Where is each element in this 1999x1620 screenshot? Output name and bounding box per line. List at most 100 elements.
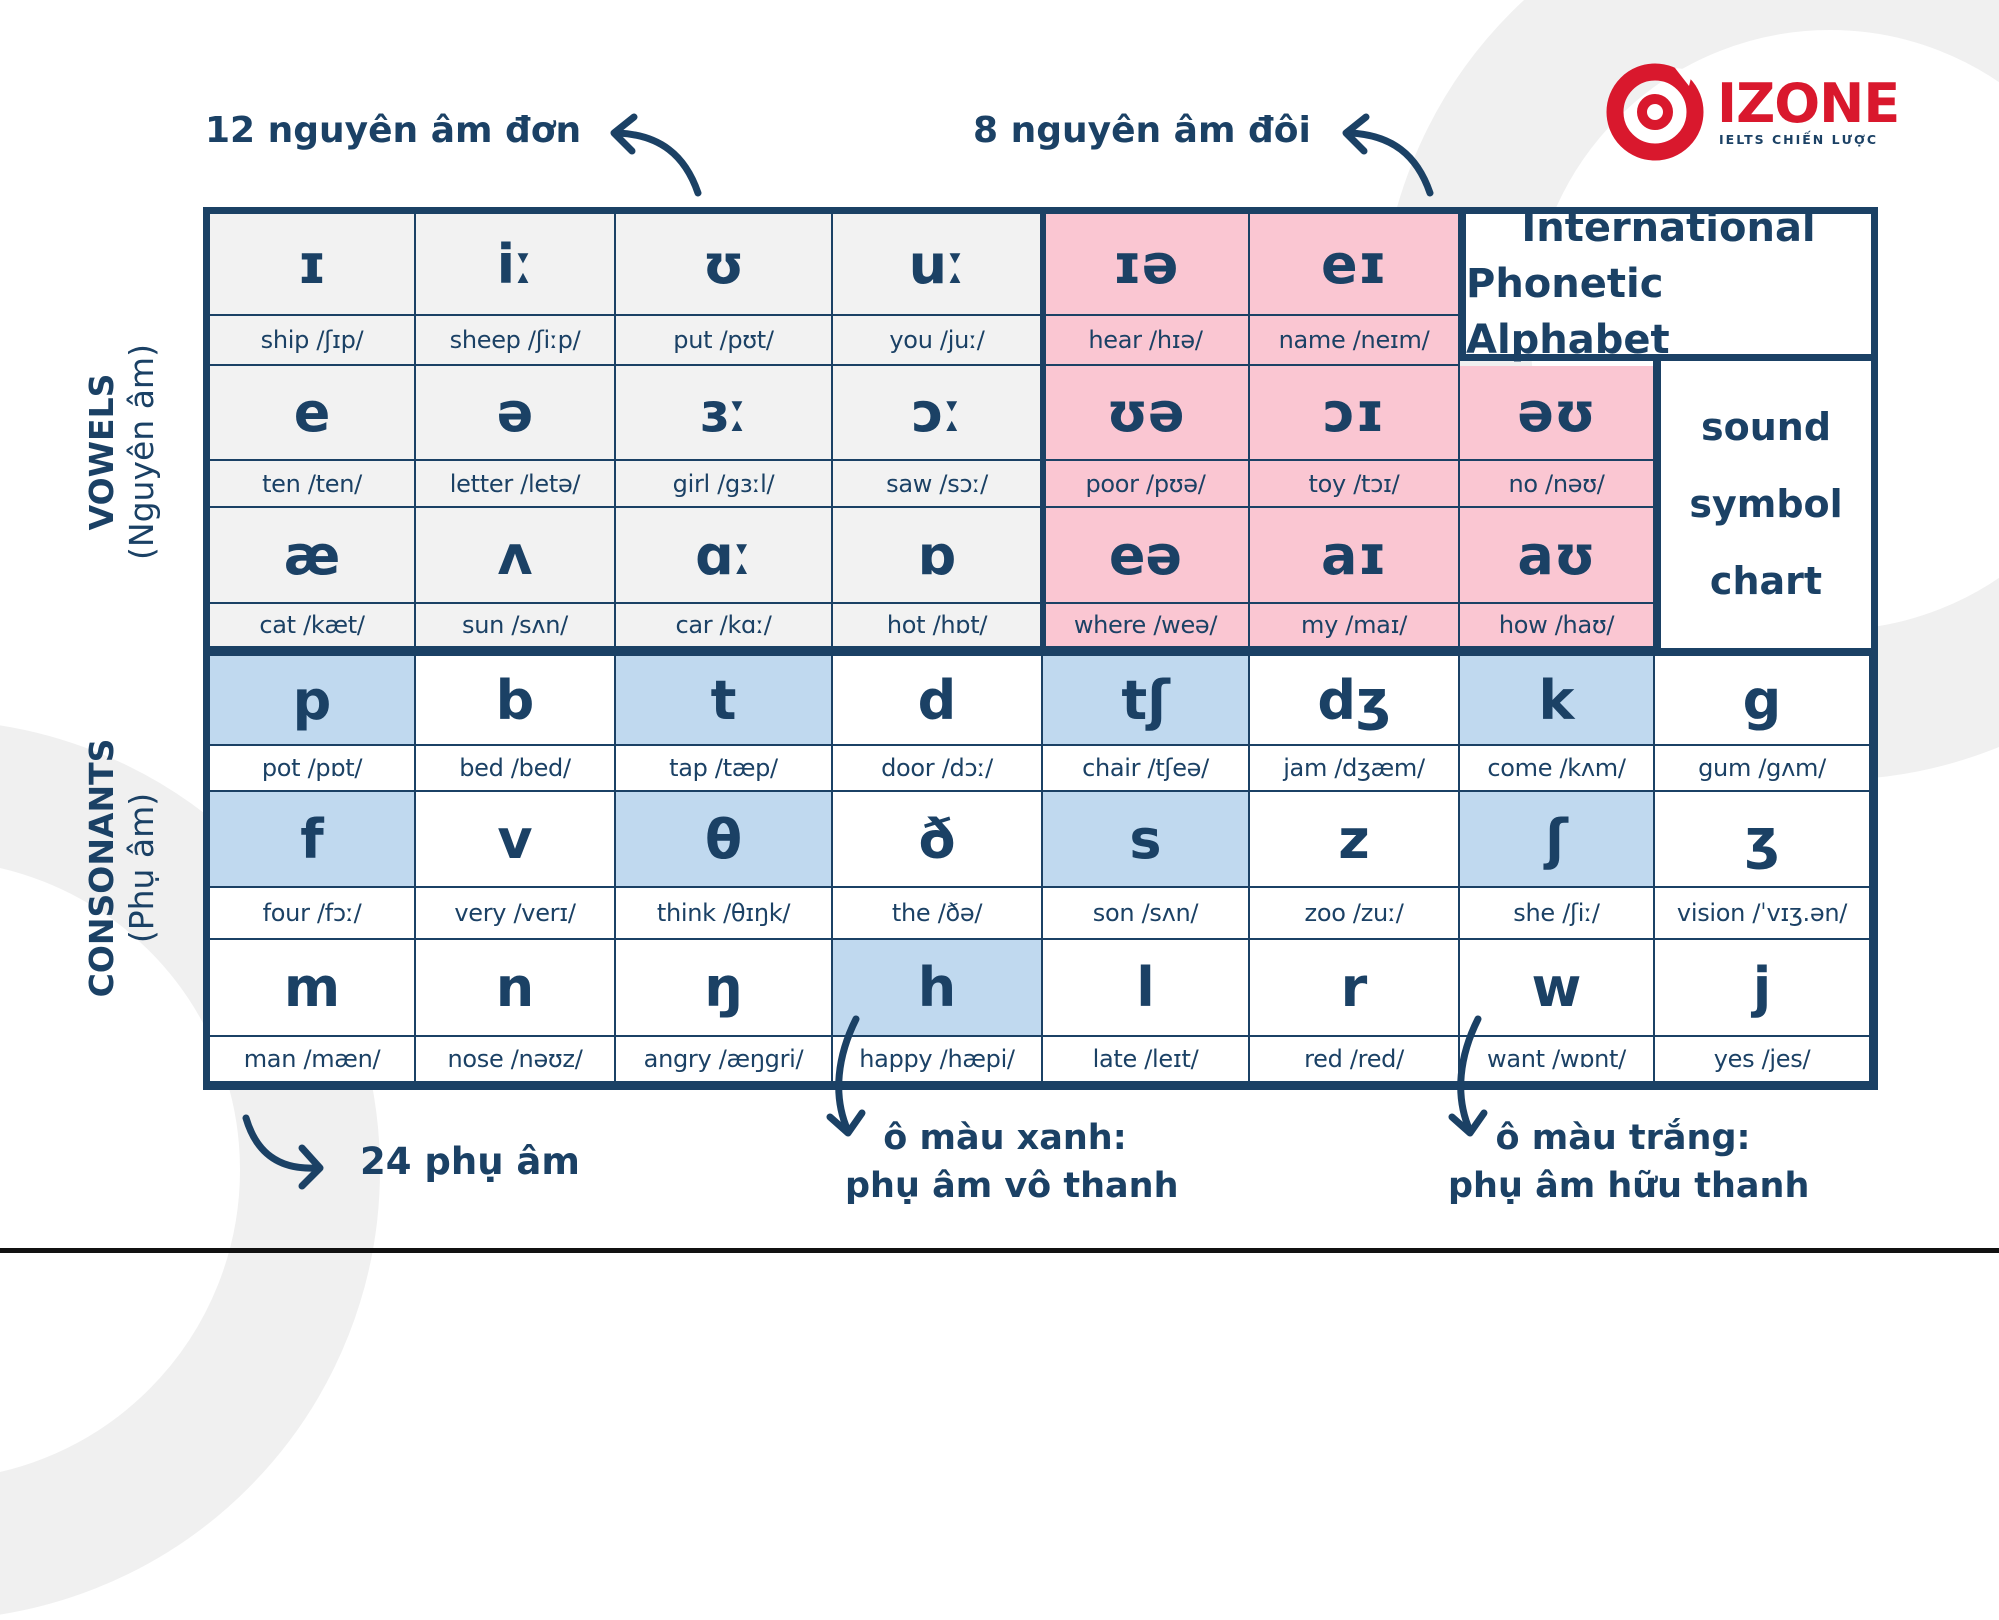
ipa-symbol: ʊə	[1106, 381, 1185, 444]
monophthong-example-cell: sheep /ʃiːp/	[416, 316, 616, 366]
voiced-consonant-symbol-cell: j	[1655, 940, 1871, 1037]
voiced-note-line1: ô màu trắng:	[1495, 1118, 1751, 1158]
vowel-consonant-divider	[203, 648, 1878, 656]
consonant-example-cell: gum /gʌm/	[1655, 746, 1871, 792]
logo-wordmark: IZONE	[1717, 72, 1900, 135]
ipa-symbol: e	[293, 381, 331, 444]
ipa-symbol: ɪə	[1112, 232, 1179, 296]
consonants-label-vi: (Phụ âm)	[122, 792, 161, 944]
consonant-example-cell: jam /dʒæm/	[1250, 746, 1460, 792]
voiceless-consonant-symbol-cell: s	[1043, 792, 1250, 888]
monophthong-symbol-cell: e	[210, 366, 416, 461]
example-word: you /juː/	[889, 326, 985, 354]
voiceless-consonant-symbol-cell: k	[1460, 656, 1655, 746]
ipa-symbol: f	[300, 807, 324, 871]
monophthong-symbol-cell: uː	[833, 214, 1043, 316]
ipa-symbol: p	[292, 668, 332, 732]
consonants-side-label: CONSONANTS (Phụ âm)	[82, 718, 162, 1018]
monophthong-example-cell: sun /sʌn/	[416, 604, 616, 648]
monophthong-symbol-cell: ɜː	[616, 366, 833, 461]
monophthong-example-cell: you /juː/	[833, 316, 1043, 366]
diphthong-symbol-cell: ʊə	[1043, 366, 1250, 461]
consonant-example-cell: chair /tʃeə/	[1043, 746, 1250, 792]
diphthong-symbol-cell: aʊ	[1460, 508, 1655, 604]
consonant-example-cell: angry /æŋgri/	[616, 1037, 833, 1083]
example-word: car /kɑː/	[675, 611, 772, 639]
example-word: zoo /zuː/	[1304, 899, 1404, 927]
example-word: come /kʌm/	[1487, 754, 1626, 782]
consonant-example-cell: come /kʌm/	[1460, 746, 1655, 792]
example-word: man /mæn/	[243, 1045, 381, 1073]
diphthong-example-cell: name /neɪm/	[1250, 316, 1460, 366]
diphthong-example-cell: where /weə/	[1043, 604, 1250, 648]
ipa-symbol: ʌ	[497, 523, 533, 587]
diphthong-subtitle-divider	[1653, 361, 1659, 652]
diphthong-symbol-cell: eə	[1043, 508, 1250, 604]
voiceless-consonant-symbol-cell: θ	[616, 792, 833, 888]
monophthong-example-cell: letter /letə/	[416, 461, 616, 508]
ipa-symbol: h	[917, 956, 957, 1019]
ipa-symbol: ʊ	[702, 232, 745, 296]
voiceless-consonant-symbol-cell: t	[616, 656, 833, 746]
monophthong-example-cell: ten /ten/	[210, 461, 416, 508]
ipa-symbol: ʒ	[1744, 807, 1780, 871]
bottom-edge-bar	[0, 1248, 1999, 1253]
ipa-title-box: International Phonetic Alphabet	[1459, 205, 1871, 363]
ipa-symbol: iː	[496, 232, 534, 296]
voiced-consonant-symbol-cell: l	[1043, 940, 1250, 1037]
consonant-example-cell: very /verɪ/	[416, 888, 616, 940]
arrow-to-consonant-count-icon	[242, 1114, 324, 1190]
diphthong-example-cell: my /maɪ/	[1250, 604, 1460, 648]
ipa-symbol: z	[1338, 807, 1370, 871]
monophthong-example-cell: ship /ʃɪp/	[210, 316, 416, 366]
example-word: name /neɪm/	[1278, 326, 1430, 354]
ipa-symbol: dʒ	[1317, 668, 1391, 732]
arrow-to-monophthongs-icon	[610, 113, 702, 197]
ipa-symbol: ŋ	[704, 956, 743, 1019]
vowels-label-vi: (Nguyên âm)	[122, 344, 161, 560]
ipa-symbol: w	[1531, 956, 1582, 1019]
example-word: sun /sʌn/	[462, 611, 568, 639]
example-word: how /haʊ/	[1498, 611, 1615, 639]
example-word: bed /bed/	[459, 754, 571, 782]
voiced-consonant-symbol-cell: v	[416, 792, 616, 888]
example-word: want /wɒnt/	[1487, 1045, 1626, 1073]
ipa-symbol: v	[497, 807, 533, 871]
diphthong-count-label: 8 nguyên âm đôi	[973, 110, 1311, 151]
monophthong-diphthong-divider	[1040, 214, 1046, 648]
example-word: vision /ˈvɪʒ.ən/	[1676, 899, 1848, 927]
voiceless-note-line1: ô màu xanh:	[883, 1118, 1127, 1158]
ipa-symbol: n	[495, 956, 535, 1019]
example-word: chair /tʃeə/	[1082, 754, 1209, 782]
consonant-example-cell: think /θɪŋk/	[616, 888, 833, 940]
ipa-symbol: s	[1129, 807, 1162, 871]
ipa-symbol: tʃ	[1121, 668, 1170, 732]
consonant-example-cell: zoo /zuː/	[1250, 888, 1460, 940]
example-word: cat /kæt/	[259, 611, 365, 639]
monophthong-count-label: 12 nguyên âm đơn	[205, 110, 582, 151]
target-logo-icon	[1606, 63, 1704, 161]
voiced-consonant-symbol-cell: b	[416, 656, 616, 746]
subtitle-line1: sound	[1700, 405, 1832, 449]
example-word: yes /jes/	[1713, 1045, 1811, 1073]
voiced-consonant-symbol-cell: ʒ	[1655, 792, 1871, 888]
ipa-symbol: j	[1752, 956, 1772, 1019]
consonant-example-cell: pot /pɒt/	[210, 746, 416, 792]
voiced-consonant-symbol-cell: ŋ	[616, 940, 833, 1037]
monophthong-symbol-cell: ʌ	[416, 508, 616, 604]
voiceless-note: ô màu xanh: phụ âm vô thanh	[845, 1114, 1179, 1210]
vowels-label-en: VOWELS	[82, 373, 121, 531]
example-word: my /maɪ/	[1301, 611, 1407, 639]
ipa-symbol: ɒ	[917, 523, 957, 587]
ipa-symbol: aɪ	[1321, 523, 1387, 587]
monophthong-symbol-cell: ʊ	[616, 214, 833, 316]
diphthong-symbol-cell: ɔɪ	[1250, 366, 1460, 461]
diphthong-symbol-cell: aɪ	[1250, 508, 1460, 604]
ipa-symbol: t	[710, 668, 737, 732]
ipa-symbol: ɜː	[699, 381, 748, 444]
consonant-example-cell: late /leɪt/	[1043, 1037, 1250, 1083]
monophthong-symbol-cell: ɪ	[210, 214, 416, 316]
example-word: saw /sɔː/	[886, 469, 988, 498]
ipa-symbol: aʊ	[1517, 523, 1596, 587]
consonants-label-en: CONSONANTS	[82, 738, 121, 998]
